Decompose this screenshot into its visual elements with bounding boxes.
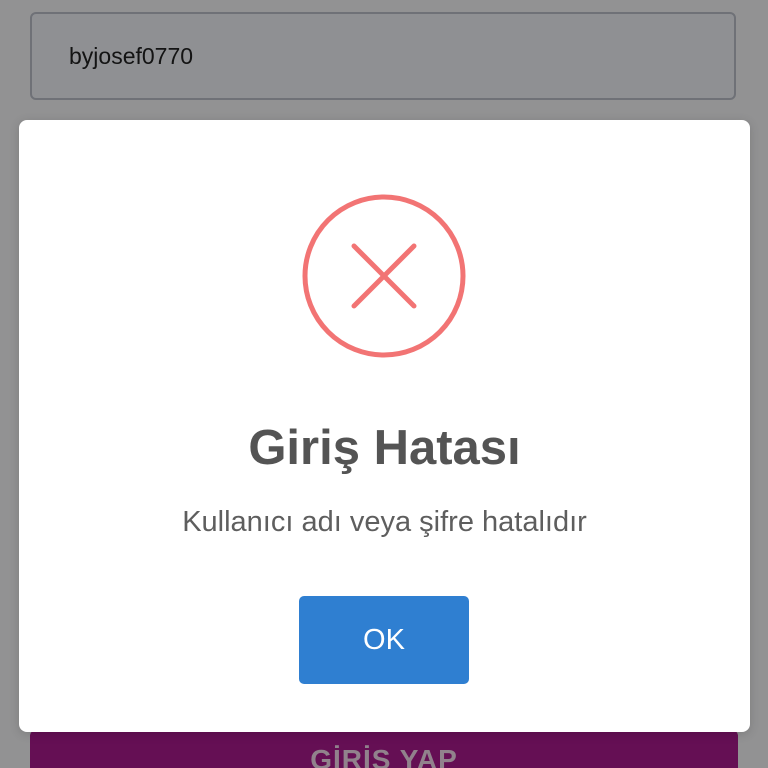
ok-button[interactable]: OK	[299, 596, 469, 684]
dialog-message: Kullanıcı adı veya şifre hatalıdır	[182, 506, 587, 538]
dialog-title: Giriş Hatası	[248, 421, 521, 475]
error-dialog: Giriş Hatası Kullanıcı adı veya şifre ha…	[19, 120, 750, 732]
error-x-icon	[302, 194, 466, 358]
